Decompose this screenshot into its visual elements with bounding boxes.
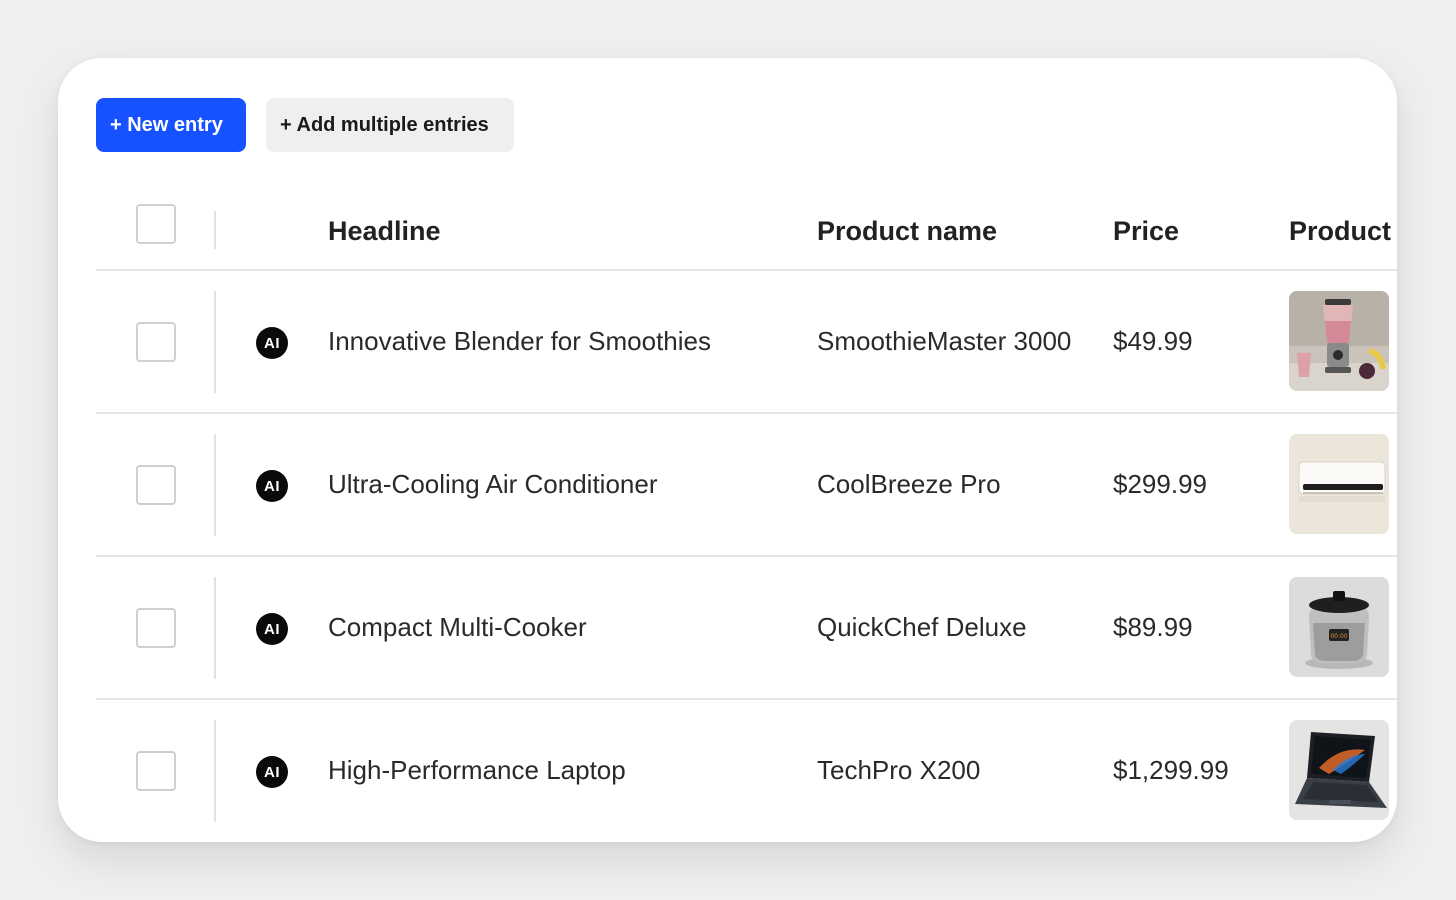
price-cell[interactable]: $49.99 <box>1113 326 1193 357</box>
table-header-row: Headline Product name Price Product <box>96 194 1397 271</box>
row-checkbox[interactable] <box>136 465 176 505</box>
ai-badge-icon: AI <box>256 470 288 502</box>
add-multiple-entries-button[interactable]: + Add multiple entries <box>266 98 514 152</box>
row-checkbox[interactable] <box>136 751 176 791</box>
table-row[interactable]: AI High-Performance Laptop TechPro X200 … <box>96 700 1397 841</box>
headline-cell[interactable]: Compact Multi-Cooker <box>328 612 587 643</box>
price-cell[interactable]: $299.99 <box>1113 469 1207 500</box>
column-header-headline[interactable]: Headline <box>328 216 441 247</box>
toolbar: + New entry + Add multiple entries <box>96 98 514 152</box>
price-cell[interactable]: $1,299.99 <box>1113 755 1229 786</box>
select-all-checkbox[interactable] <box>136 204 176 244</box>
ai-badge-icon: AI <box>256 756 288 788</box>
table-row[interactable]: AI Compact Multi-Cooker QuickChef Deluxe… <box>96 557 1397 700</box>
table-row[interactable]: AI Innovative Blender for Smoothies Smoo… <box>96 271 1397 414</box>
headline-cell[interactable]: High-Performance Laptop <box>328 755 626 786</box>
price-cell[interactable]: $89.99 <box>1113 612 1193 643</box>
column-divider <box>214 720 216 822</box>
column-divider <box>214 577 216 679</box>
product-name-cell[interactable]: QuickChef Deluxe <box>817 612 1027 643</box>
column-divider <box>214 291 216 393</box>
column-header-product-name[interactable]: Product name <box>817 216 997 247</box>
product-name-cell[interactable]: CoolBreeze Pro <box>817 469 1001 500</box>
row-checkbox[interactable] <box>136 608 176 648</box>
table-row[interactable]: AI Ultra-Cooling Air Conditioner CoolBre… <box>96 414 1397 557</box>
column-divider <box>214 434 216 536</box>
column-divider <box>214 211 216 249</box>
laptop-image[interactable] <box>1289 720 1389 820</box>
blender-image[interactable] <box>1289 291 1389 391</box>
entries-card: + New entry + Add multiple entries Headl… <box>58 58 1397 842</box>
new-entry-button[interactable]: + New entry <box>96 98 246 152</box>
product-name-cell[interactable]: SmoothieMaster 3000 <box>817 326 1071 357</box>
column-header-product[interactable]: Product <box>1289 216 1391 247</box>
product-name-cell[interactable]: TechPro X200 <box>817 755 980 786</box>
entries-table: Headline Product name Price Product AI I… <box>96 194 1397 841</box>
headline-cell[interactable]: Innovative Blender for Smoothies <box>328 326 711 357</box>
headline-cell[interactable]: Ultra-Cooling Air Conditioner <box>328 469 657 500</box>
svg-text:00:00: 00:00 <box>1330 633 1347 640</box>
air-conditioner-image[interactable] <box>1289 434 1389 534</box>
ai-badge-icon: AI <box>256 613 288 645</box>
ai-badge-icon: AI <box>256 327 288 359</box>
column-header-price[interactable]: Price <box>1113 216 1179 247</box>
multi-cooker-image[interactable]: 00:00 <box>1289 577 1389 677</box>
row-checkbox[interactable] <box>136 322 176 362</box>
